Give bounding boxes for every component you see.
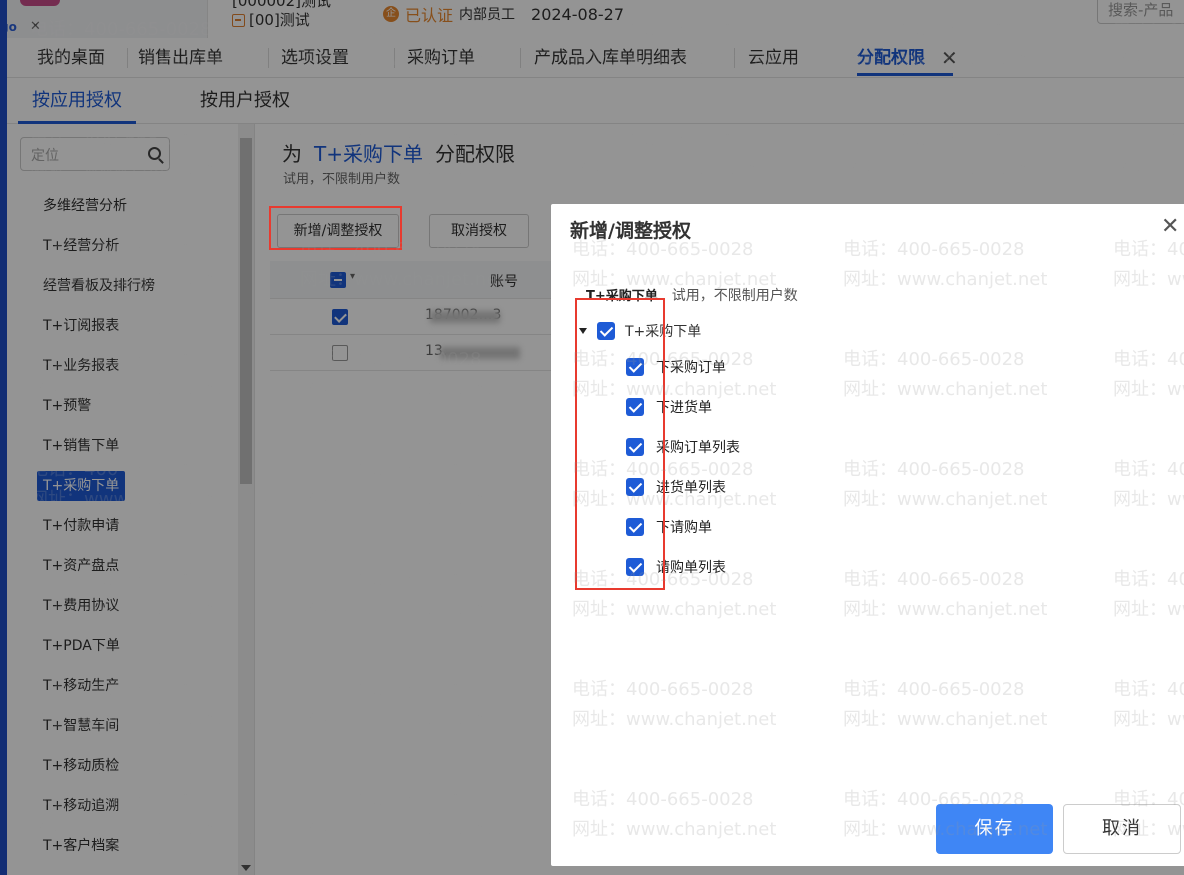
tab-divider: [127, 48, 128, 68]
logo-close-icon[interactable]: ✕: [30, 19, 41, 34]
tab-cloud-apps[interactable]: 云应用: [748, 38, 799, 78]
tab-close-icon[interactable]: ✕: [941, 38, 958, 78]
tab-desktop[interactable]: 我的桌面: [37, 38, 105, 78]
subtab-bar: 按应用授权 按用户授权: [7, 78, 1184, 124]
logo-mark-icon: [20, 0, 60, 6]
table-row[interactable]: 187002…3: [270, 299, 570, 335]
cert-label: 已认证: [405, 6, 454, 25]
scroll-down-icon[interactable]: [241, 865, 251, 871]
sidebar-app-item[interactable]: T+移动质检: [37, 751, 125, 781]
authorization-dialog: 新增/调整授权 ✕ T+采购下单 试用，不限制用户数 T+采购下单 下采购订单下…: [551, 204, 1184, 866]
company-name: [00]测试: [249, 11, 310, 29]
store-icon: [232, 14, 245, 27]
dialog-title: 新增/调整授权: [570, 220, 691, 242]
subtab-by-app[interactable]: 按应用授权: [18, 78, 136, 124]
tree-item-label: 采购订单列表: [656, 440, 740, 456]
close-icon[interactable]: ✕: [1161, 214, 1179, 239]
table-header: ▾ 账号: [270, 261, 570, 299]
sidebar-scrollbar[interactable]: [238, 124, 254, 875]
certification: 企 已认证 内部员工 2024-08-27: [383, 2, 624, 26]
sidebar-app-item[interactable]: T+采购下单: [37, 471, 126, 501]
tree-item-label: 下采购订单: [656, 360, 726, 376]
sidebar-app-item[interactable]: 多维经营分析: [37, 191, 133, 221]
page-title: 为 T+采购下单 分配权限: [282, 138, 515, 167]
license-note: 试用，不限制用户数: [283, 172, 401, 187]
title-suffix: 分配权限: [434, 142, 515, 166]
annotation-highlight-tree: [575, 298, 665, 590]
tree-item-label: 进货单列表: [656, 480, 726, 496]
tab-divider: [520, 48, 521, 68]
sidebar-app-item[interactable]: T+PDA下单: [37, 631, 126, 661]
left-edge-strip: [0, 0, 7, 875]
dialog-app-desc: 试用，不限制用户数: [671, 288, 798, 304]
select-all-checkbox[interactable]: [330, 272, 346, 288]
tab-sales-outbound[interactable]: 销售出库单: [138, 38, 223, 78]
save-button[interactable]: 保存: [936, 804, 1053, 854]
annotation-highlight-button: [269, 206, 402, 250]
sidebar-app-item[interactable]: T+资产盘点: [37, 551, 125, 581]
tree-item-label: 请购单列表: [656, 560, 726, 576]
user-table: ▾ 账号 187002…3 13…: [270, 261, 570, 371]
sidebar-app-item[interactable]: T+客户档案: [37, 831, 125, 861]
top-header: go ✕ [000002]测试 [00]测试 企 已认证 内部员工 2024-0…: [0, 0, 1184, 38]
tab-bar: 我的桌面 销售出库单 选项设置 采购订单 产成品入库单明细表 云应用 分配权限 …: [0, 38, 1184, 78]
sidebar-app-item[interactable]: T+移动追溯: [37, 791, 125, 821]
row-checkbox[interactable]: [332, 345, 348, 361]
tab-options[interactable]: 选项设置: [281, 38, 349, 78]
tab-divider: [268, 48, 269, 68]
tab-divider: [394, 48, 395, 68]
row-checkbox[interactable]: [332, 309, 348, 325]
sidebar-app-item[interactable]: T+预警: [37, 391, 97, 421]
sidebar-app-item[interactable]: T+移动生产: [37, 671, 125, 701]
tab-assign-permissions[interactable]: 分配权限: [857, 38, 953, 78]
app-sidebar: 定位 多维经营分析 T+经营分析经营看板及排行榜 T+订阅报表 T+业务报表 T+预警 T…: [7, 124, 255, 875]
user-role: 内部员工: [459, 7, 516, 23]
sidebar-app-item[interactable]: T+订阅报表: [37, 311, 125, 341]
logo-area: go ✕: [0, 0, 208, 38]
locate-placeholder: 定位: [31, 148, 59, 164]
redaction-blur: [440, 347, 520, 359]
sidebar-app-item[interactable]: T+智慧车间: [37, 711, 125, 741]
locate-input[interactable]: 定位: [20, 137, 170, 171]
tab-finished-goods-detail[interactable]: 产成品入库单明细表: [534, 38, 687, 78]
tab-purchase-order[interactable]: 采购订单: [407, 38, 475, 78]
title-prefix: 为: [282, 142, 302, 166]
sidebar-app-item[interactable]: T+销售下单: [37, 431, 125, 461]
redaction-blur: [430, 311, 500, 323]
global-search-input[interactable]: 搜索-产品: [1097, 0, 1184, 24]
sidebar-app-item[interactable]: T+经营分析: [37, 231, 125, 261]
search-icon[interactable]: [148, 147, 161, 160]
table-row[interactable]: 13…: [270, 335, 570, 371]
sidebar-app-item[interactable]: T+业务报表: [37, 351, 125, 381]
subtab-by-user[interactable]: 按用户授权: [200, 78, 290, 124]
sidebar-app-item[interactable]: 经营看板及排行榜: [37, 271, 161, 301]
current-date: 2024-08-27: [531, 4, 624, 24]
certified-icon: 企: [383, 6, 399, 22]
column-account: 账号: [490, 274, 518, 290]
cancel-authorization-button[interactable]: 取消授权: [429, 214, 529, 248]
tab-divider: [734, 48, 735, 68]
scroll-thumb[interactable]: [240, 138, 252, 484]
sidebar-app-item[interactable]: T+费用协议: [37, 591, 125, 621]
company-account: [000002]测试: [232, 0, 331, 10]
title-app-name: T+采购下单: [314, 142, 423, 166]
chevron-down-icon[interactable]: ▾: [350, 271, 355, 282]
company-info[interactable]: [000002]测试 [00]测试: [232, 0, 331, 30]
sidebar-app-item[interactable]: T+付款申请: [37, 511, 125, 541]
cancel-button[interactable]: 取消: [1063, 804, 1181, 854]
